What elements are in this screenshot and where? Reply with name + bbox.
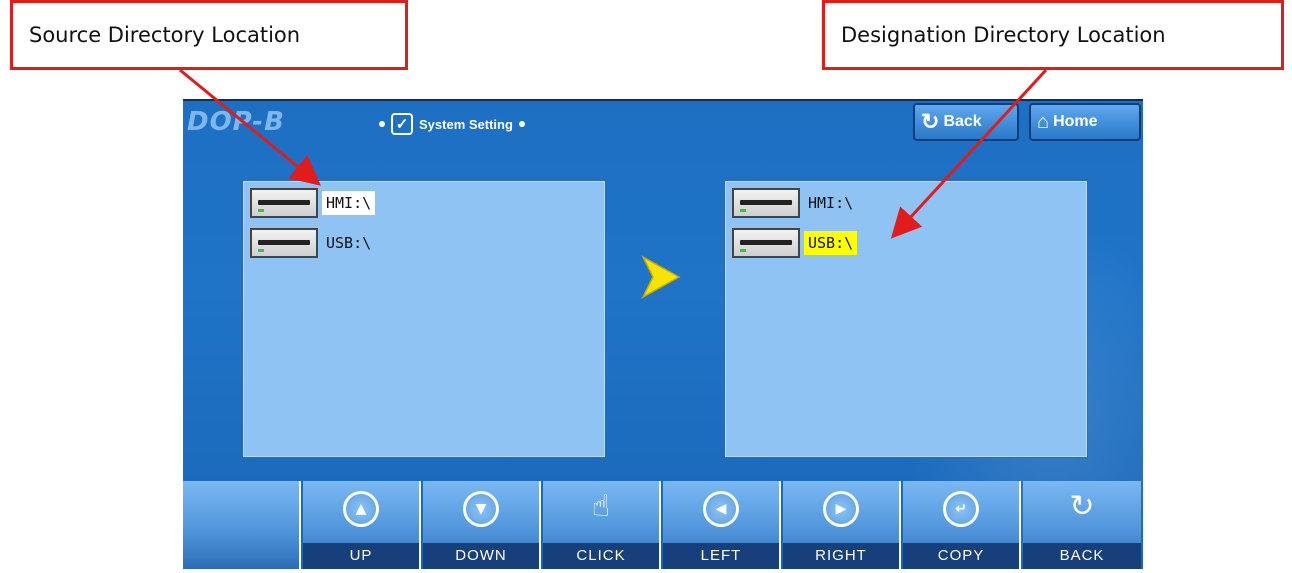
hand-pointer-icon: ☝ <box>591 489 611 524</box>
copy-direction-arrow-icon <box>641 255 681 299</box>
destination-drive-hmi[interactable]: HMI:\ <box>732 188 857 218</box>
right-icon: ▶ <box>823 491 859 527</box>
home-button-label: Home <box>1053 113 1098 130</box>
source-directory-panel: HMI:\ USB:\ <box>243 181 605 457</box>
up-icon: ▲ <box>343 491 379 527</box>
right-label: RIGHT <box>783 543 899 569</box>
source-drive-hmi[interactable]: HMI:\ <box>250 188 376 218</box>
checkmark-icon: ✓ <box>391 113 413 135</box>
destination-drive-usb[interactable]: USB:\ <box>732 228 858 258</box>
click-label: CLICK <box>543 543 659 569</box>
toolbar-back-button[interactable]: ↻ BACK <box>1023 481 1141 569</box>
down-icon: ▼ <box>463 491 499 527</box>
home-button[interactable]: ⌂ Home <box>1029 103 1141 141</box>
right-button[interactable]: ▶ RIGHT <box>783 481 901 569</box>
back-icon: ↻ <box>921 109 940 134</box>
enter-icon: ↵ <box>943 491 979 527</box>
down-label: DOWN <box>423 543 539 569</box>
home-icon: ⌂ <box>1037 110 1050 133</box>
title-text: System Setting <box>419 116 513 132</box>
copy-button[interactable]: ↵ COPY <box>903 481 1021 569</box>
drive-label: USB:\ <box>326 234 372 252</box>
down-button[interactable]: ▼ DOWN <box>423 481 541 569</box>
left-icon: ◀ <box>703 491 739 527</box>
up-button[interactable]: ▲ UP <box>303 481 421 569</box>
back-label: BACK <box>1023 543 1141 569</box>
destination-directory-callout: Designation Directory Location <box>822 0 1284 70</box>
back-button-label: Back <box>943 113 982 130</box>
hmi-screen: DOP-B ✓ System Setting ↻ Back ⌂ Home HMI… <box>183 99 1143 569</box>
drive-label: HMI:\ <box>322 191 376 215</box>
drive-icon <box>250 228 318 258</box>
source-callout-text: Source Directory Location <box>29 23 301 47</box>
bullet-icon <box>379 121 385 127</box>
logo: DOP-B <box>187 107 285 137</box>
click-button[interactable]: ☝ CLICK <box>543 481 661 569</box>
drive-icon <box>250 188 318 218</box>
destination-directory-panel: HMI:\ USB:\ <box>725 181 1087 457</box>
drive-label: USB:\ <box>804 231 858 255</box>
back-icon: ↻ <box>1069 489 1095 524</box>
up-label: UP <box>303 543 419 569</box>
toolbar-blank <box>183 481 301 569</box>
back-button[interactable]: ↻ Back <box>913 103 1019 141</box>
bullet-icon <box>518 121 525 127</box>
left-button[interactable]: ◀ LEFT <box>663 481 781 569</box>
drive-label: HMI:\ <box>808 194 854 212</box>
drive-icon <box>732 228 800 258</box>
left-label: LEFT <box>663 543 779 569</box>
source-directory-callout: Source Directory Location <box>10 0 408 70</box>
destination-callout-text: Designation Directory Location <box>841 23 1166 47</box>
copy-label: COPY <box>903 543 1019 569</box>
source-drive-usb[interactable]: USB:\ <box>250 228 375 258</box>
drive-icon <box>732 188 800 218</box>
screen-title: ✓ System Setting <box>379 113 525 135</box>
bottom-toolbar: ▲ UP ▼ DOWN ☝ CLICK ◀ LEFT ▶ RIGHT ↵ COP… <box>183 481 1143 569</box>
